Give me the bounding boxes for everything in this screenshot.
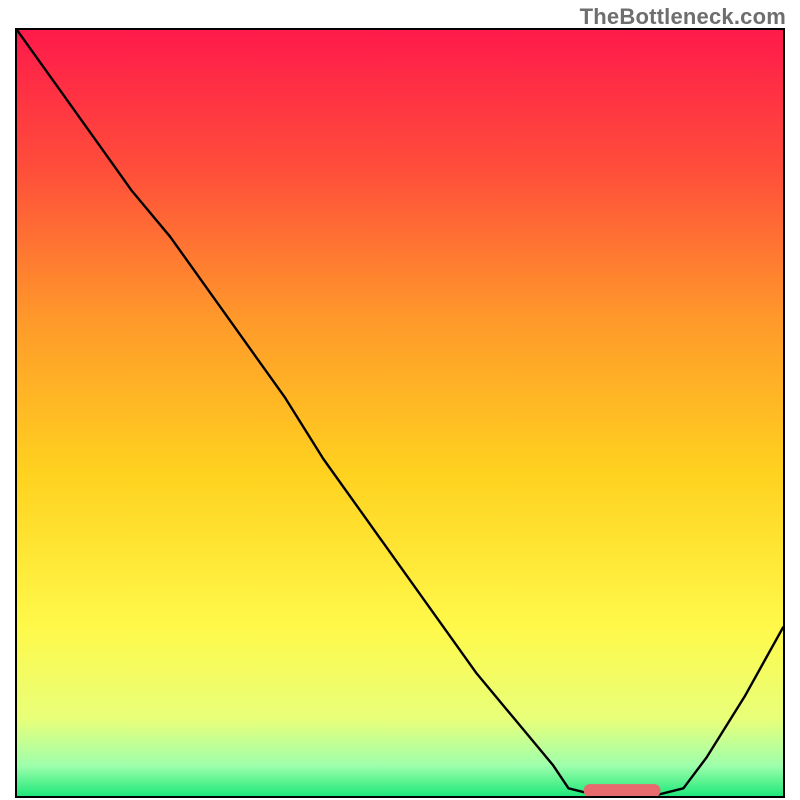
gradient-background bbox=[17, 30, 783, 796]
watermark-text: TheBottleneck.com bbox=[580, 4, 786, 30]
chart-svg bbox=[17, 30, 783, 796]
optimal-range-marker bbox=[584, 784, 661, 796]
chart-frame bbox=[15, 28, 785, 798]
